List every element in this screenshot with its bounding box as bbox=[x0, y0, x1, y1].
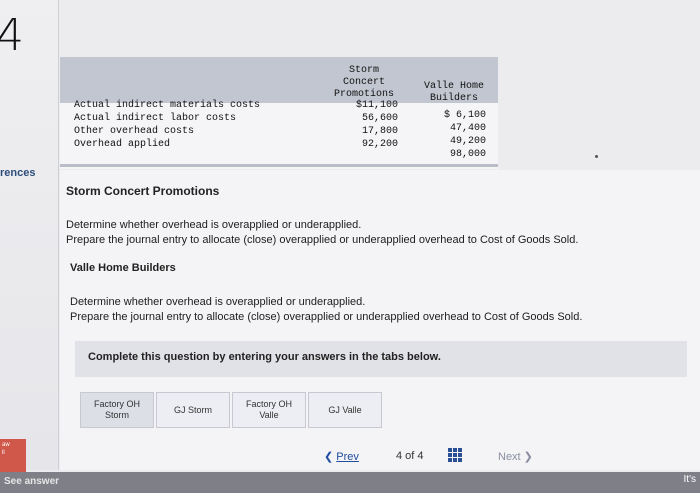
storm-line-1: Determine whether overhead is overapplie… bbox=[66, 219, 362, 231]
tab-factory-oh-storm[interactable]: Factory OH Storm bbox=[80, 392, 154, 428]
chevron-left-icon: ❮ bbox=[324, 451, 337, 463]
bottom-right-text: It's bbox=[683, 474, 696, 485]
valle-line-1: Determine whether overhead is overapplie… bbox=[70, 296, 366, 308]
references-label[interactable]: rences bbox=[0, 167, 35, 179]
page-number: 4 bbox=[0, 10, 24, 61]
prev-button[interactable]: ❮ Prev bbox=[324, 450, 359, 463]
next-label: Next bbox=[498, 451, 521, 463]
valle-instructions: Determine whether overhead is overapplie… bbox=[70, 295, 582, 325]
valle-values: $ 6,100 47,400 49,200 98,000 bbox=[443, 110, 486, 160]
storm-instructions: Determine whether overhead is overapplie… bbox=[66, 218, 578, 248]
left-rail bbox=[0, 0, 58, 470]
grid-menu-icon[interactable] bbox=[448, 448, 462, 462]
tab-gj-storm[interactable]: GJ Storm bbox=[156, 392, 230, 428]
page-count: 4 of 4 bbox=[396, 450, 424, 462]
valle-line-2: Prepare the journal entry to allocate (c… bbox=[70, 311, 583, 323]
table-bottom-rule bbox=[60, 164, 498, 167]
instructions-text: Complete this question by entering your … bbox=[88, 351, 441, 363]
see-answer-link[interactable]: See answer bbox=[4, 476, 59, 487]
column-header-storm: Storm Concert Promotions bbox=[333, 65, 394, 100]
tab-label: GJ Valle bbox=[328, 404, 362, 415]
tab-label: Factory OH Storm bbox=[93, 399, 140, 420]
chevron-right-icon: ❯ bbox=[520, 451, 533, 463]
tab-factory-oh-valle[interactable]: Factory OH Valle bbox=[232, 392, 306, 428]
cost-data-table: Storm Concert Promotions Valle Home Buil… bbox=[60, 57, 498, 169]
storm-heading: Storm Concert Promotions bbox=[66, 184, 220, 198]
side-badge[interactable]: aw ll bbox=[0, 439, 26, 473]
tab-label: GJ Storm bbox=[173, 404, 212, 415]
valle-heading: Valle Home Builders bbox=[70, 262, 176, 274]
storm-line-2: Prepare the journal entry to allocate (c… bbox=[66, 234, 579, 246]
next-button[interactable]: Next ❯ bbox=[498, 450, 533, 463]
prev-label: Prev bbox=[336, 451, 359, 463]
bottom-bar bbox=[0, 472, 700, 493]
storm-values: $11,100 56,600 17,800 92,200 bbox=[355, 100, 398, 150]
tab-gj-valle[interactable]: GJ Valle bbox=[308, 392, 382, 428]
tab-label: Factory OH Valle bbox=[245, 399, 292, 420]
column-header-valle: Valle Home Builders bbox=[423, 81, 484, 104]
row-labels: Actual indirect materials costs Actual i… bbox=[74, 100, 261, 150]
dot-marker bbox=[595, 155, 598, 158]
left-rail-divider bbox=[58, 0, 59, 470]
